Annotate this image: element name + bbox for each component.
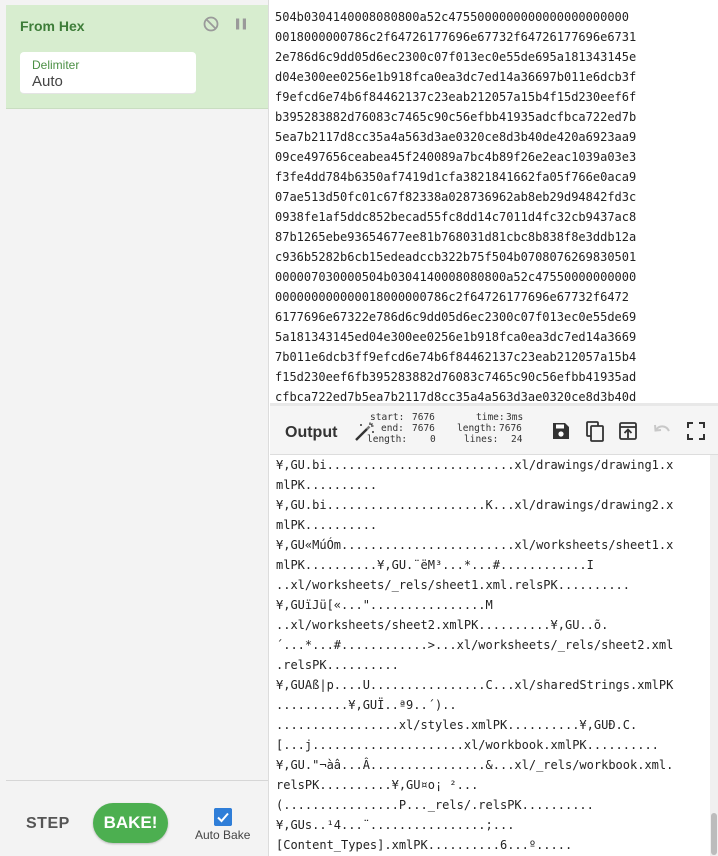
input-line: 0938fe1af5ddc852becad55fc8dd14c7011d4fc3… — [275, 210, 637, 224]
input-line: b395283882d76083c7465c90c56efbb41935adcf… — [275, 110, 637, 124]
input-line: 5a181343145ed04e300ee0256e1b918fca0ea3dc… — [275, 330, 637, 344]
output-line: mlPK.......... — [276, 518, 378, 532]
input-line: f9efcd6e74b6f84462137c23eab212057a15b4f1… — [275, 90, 637, 104]
end-value: 7676 — [412, 423, 435, 434]
auto-bake-label: Auto Bake — [195, 828, 251, 842]
lines-value: 24 — [511, 434, 523, 445]
input-line: 5ea7b2117d8cc35a4a563d3ae0320ce8d3b40de4… — [275, 130, 637, 144]
input-line: 2e786d6c9dd05d6ec2300c07f013ec0e55de695a… — [275, 50, 637, 64]
input-line: 6177696e67322e786d6c9dd05d6ec2300c07f013… — [275, 310, 637, 324]
output-line: ..........¥,GUÏ..ª9..´).. — [276, 698, 457, 712]
output-line: ¥,GU."¬àâ...Â................&...xl/_rel… — [276, 758, 674, 772]
output-line: ¥,GU.bi..........................xl/draw… — [276, 458, 674, 472]
bake-button[interactable]: BAKE! — [93, 803, 168, 843]
output-line: [Content_Types].xmlPK..........6...º....… — [276, 838, 573, 852]
input-line: f15d230eef6fb395283882d76083c7465c90c56e… — [275, 370, 637, 384]
end-label: end: — [381, 423, 404, 434]
output-line: (................P..._rels/.relsPK......… — [276, 798, 594, 812]
input-pane[interactable]: 504b0304140008080800a52c4755000000000000… — [270, 0, 718, 403]
time-value: 3ms — [506, 412, 524, 423]
output-header: Output start: 7676 end: 7676 length: 0 t… — [270, 406, 718, 455]
output-line: ..xl/worksheets/_rels/sheet1.xml.relsPK.… — [276, 578, 631, 592]
undo-icon[interactable] — [651, 420, 673, 442]
operation-title: From Hex — [20, 18, 85, 34]
input-line: 87b1265ebe93654677ee81b768031d81cbc8b838… — [275, 230, 637, 244]
output-line: ¥,GU.bi......................K...xl/draw… — [276, 498, 674, 512]
start-label: start: — [370, 412, 405, 423]
input-text[interactable]: 504b0304140008080800a52c4755000000000000… — [275, 7, 636, 403]
output-line: ¥,GUïJü[«..."................M — [276, 598, 493, 612]
output-length-value: 7676 — [499, 423, 522, 434]
output-scrollbar[interactable] — [710, 455, 718, 856]
output-title: Output — [285, 424, 338, 441]
output-line: ¥,GUAß|p....U................C...xl/shar… — [276, 678, 674, 692]
move-to-input-icon[interactable] — [617, 420, 639, 442]
input-line: 000007030000504b0304140008080800a52c4755… — [275, 270, 637, 284]
output-line: relsPK..........¥,GU¤o¡ ²... — [276, 778, 479, 792]
output-line: .relsPK.......... — [276, 658, 399, 672]
input-line: f3fe4dd784b6350af7419d1cfa3821841662fa05… — [275, 170, 637, 184]
delimiter-value[interactable]: Auto — [32, 73, 63, 90]
delimiter-label: Delimiter — [32, 58, 80, 72]
input-line: 000000000000018000000786c2f64726177696e6… — [275, 290, 630, 304]
input-line: 0018000000786c2f64726177696e67732f647261… — [275, 30, 637, 44]
output-line: ¥,GU«MúÓm........................xl/work… — [276, 538, 674, 552]
lines-label: lines: — [464, 434, 499, 445]
output-text[interactable]: ¥,GU.bi..........................xl/draw… — [276, 455, 673, 855]
output-line: ¥,GUs..¹4...¨................;... — [276, 818, 515, 832]
input-line: d04e300ee0256e1b918fca0ea3dc7ed14a36697b… — [275, 70, 637, 84]
output-line: [...j.....................xl/workbook.xm… — [276, 738, 659, 752]
output-line: ..xl/worksheets/sheet2.xmlPK..........¥,… — [276, 618, 609, 632]
input-line: 09ce497656ceabea45f240089a7bc4b89f26e2ea… — [275, 150, 637, 164]
pause-icon[interactable] — [232, 15, 250, 33]
save-icon[interactable] — [550, 420, 572, 442]
input-line: 7b011e6dcb3ff9efcd6e74b6f84462137c23eab2… — [275, 350, 637, 364]
selection-length-label: length: — [367, 434, 408, 445]
scrollbar-thumb[interactable] — [711, 813, 717, 855]
input-line: c936b5282b6cb15edeadccb322b75f504b070807… — [275, 250, 637, 264]
selection-length-value: 0 — [430, 434, 436, 445]
start-value: 7676 — [412, 412, 435, 423]
maximize-icon[interactable] — [685, 420, 707, 442]
operation-from-hex[interactable]: From Hex Delimiter Auto — [6, 5, 268, 109]
delimiter-field[interactable]: Delimiter Auto — [20, 52, 196, 94]
auto-bake-checkbox[interactable] — [214, 808, 232, 826]
input-line: 07ae513d50fc01c67f82338a028736962ab8eb29… — [275, 190, 637, 204]
output-length-label: length: — [457, 423, 498, 434]
output-line: ´...*...#............>...xl/worksheets/_… — [276, 638, 674, 652]
recipe-panel: From Hex Delimiter Auto STEP BAKE! Auto … — [0, 0, 269, 856]
input-line: 504b0304140008080800a52c4755000000000000… — [275, 10, 630, 24]
step-button[interactable]: STEP — [26, 815, 70, 833]
copy-icon[interactable] — [584, 420, 606, 442]
output-line: .................xl/styles.xmlPK........… — [276, 718, 638, 732]
output-line: mlPK.......... — [276, 478, 378, 492]
time-label: time: — [476, 412, 505, 423]
input-line: cfbca722ed7b5ea7b2117d8cc35a4a563d3ae032… — [275, 390, 637, 403]
disable-icon[interactable] — [202, 15, 220, 33]
output-line: mlPK..........¥,GU.¨ëM³...*...#.........… — [276, 558, 594, 572]
recipe-controls: STEP BAKE! Auto Bake — [6, 780, 268, 856]
output-pane[interactable]: ¥,GU.bi..........................xl/draw… — [270, 455, 710, 856]
